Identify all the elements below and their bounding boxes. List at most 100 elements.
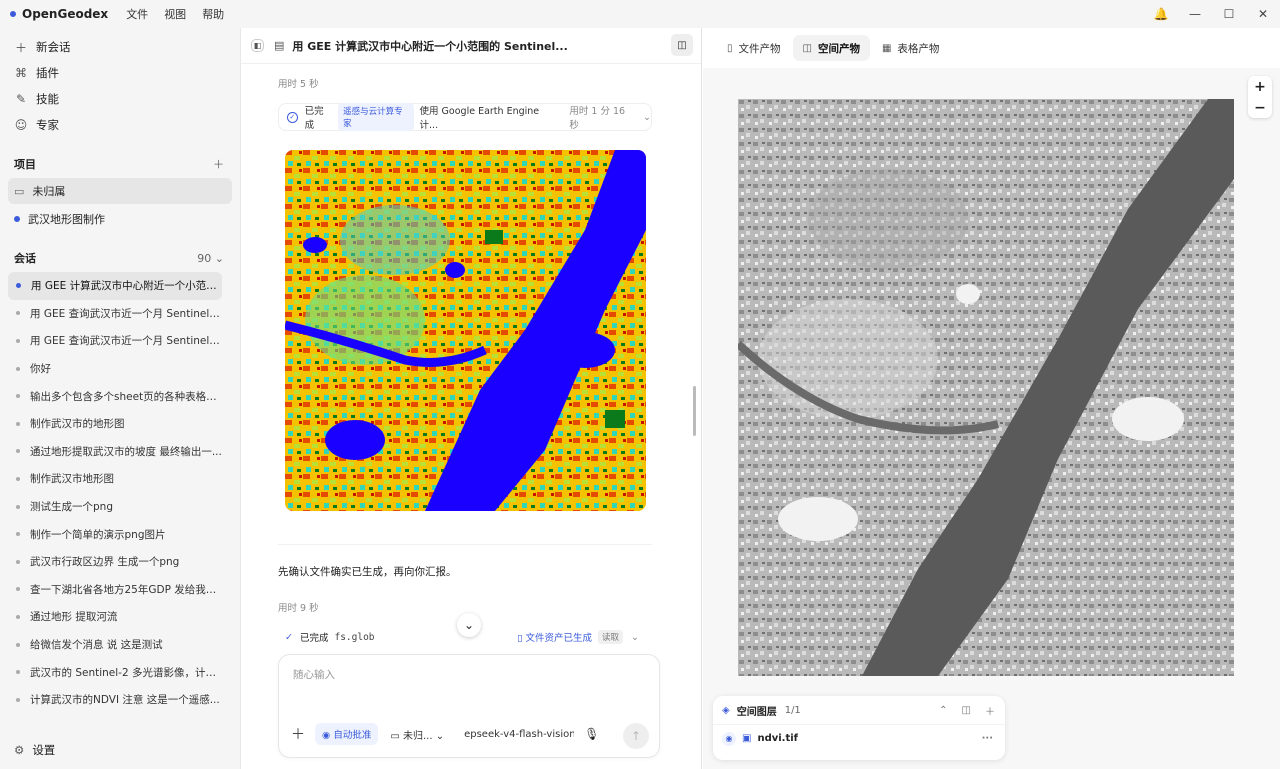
session-dot-icon <box>16 697 20 702</box>
elapsed-time-2: 用时 9 秒 <box>278 603 319 614</box>
session-title: 用 GEE 查询武汉市近一个月 Sentinel-2 ... <box>30 335 222 348</box>
project-item-unassigned[interactable]: ▭ 未归属 <box>8 178 232 204</box>
model-selector[interactable]: epseek-v4-flash-vision-e <box>464 729 574 740</box>
composer: 随心输入 ＋ ◉ 自动批准 ▭ 未归... ⌄ epseek-v4-flash-… <box>278 654 660 758</box>
chevron-down-icon: ⌄ <box>631 631 639 643</box>
session-item[interactable]: 制作武汉市的地形图 <box>8 410 222 438</box>
attach-plus-icon[interactable]: ＋ <box>291 724 305 744</box>
session-title: 用 GEE 查询武汉市近一个月 Sentinel-2 ... <box>30 307 222 320</box>
check-icon: ✓ <box>285 631 293 643</box>
puzzle-icon: ⌘ <box>15 66 27 80</box>
tab-table-artifacts[interactable]: ▦ 表格产物 <box>872 35 949 61</box>
new-session-button[interactable]: ＋新会话 <box>0 34 240 60</box>
session-dot-icon <box>16 283 21 289</box>
scroll-down-button[interactable]: ⌄ <box>457 613 481 637</box>
settings-button[interactable]: ⚙ 设置 <box>0 737 240 763</box>
zoom-out-button[interactable]: − <box>1254 100 1266 116</box>
session-title: 计算武汉市的NDVI 注意 这是一个遥感... <box>30 694 220 707</box>
divider <box>278 544 652 545</box>
table-icon: ▦ <box>881 42 892 54</box>
map-raster[interactable] <box>738 99 1234 676</box>
skills-button[interactable]: ✎ 技能 <box>0 86 240 112</box>
session-title: 用 GEE 计算武汉市中心附近一个小范围... <box>31 280 222 293</box>
toggle-panel-icon[interactable]: ◫ <box>671 34 693 56</box>
session-item[interactable]: 输出多个包含多个sheet页的各种表格文... <box>8 382 222 410</box>
session-item[interactable]: 制作一个简单的演示png图片 <box>8 520 222 548</box>
session-title: 制作武汉市地形图 <box>30 473 114 486</box>
chevron-up-icon[interactable]: ⌃ <box>939 705 947 716</box>
send-button[interactable]: ↑ <box>623 723 649 749</box>
layers-panel: ◈ 空间图层 1/1 ⌃ ◫ ＋ ◉ ▣ ndvi.tif ··· <box>713 696 1005 760</box>
file-asset-link[interactable]: ▯ 文件资产已生成 <box>517 630 592 644</box>
session-dot-icon <box>16 421 20 426</box>
session-item[interactable]: 用 GEE 查询武汉市近一个月 Sentinel-2 ... <box>8 300 222 328</box>
app-logo-icon <box>10 11 16 17</box>
experts-button[interactable]: ☺ 专家 <box>0 112 240 138</box>
session-item[interactable]: 武汉市行政区边界 生成一个png <box>8 548 222 576</box>
folder-icon: ▭ <box>14 184 25 198</box>
close-button[interactable]: ✕ <box>1246 7 1280 21</box>
task-card[interactable]: ✓ 已完成 遥感与云计算专家 使用 Google Earth Engine 计.… <box>278 103 652 131</box>
session-item[interactable]: 测试生成一个png <box>8 493 222 521</box>
session-dot-icon <box>16 587 20 592</box>
session-dot-icon <box>16 504 20 509</box>
session-item[interactable]: 给微信发个消息 说 这是测试 <box>8 631 222 659</box>
session-item[interactable]: 制作武汉市地形图 <box>8 465 222 493</box>
microphone-icon[interactable]: 🎙 <box>584 727 599 741</box>
session-title: 通过地形提取武汉市的坡度 最终输出一... <box>30 445 222 458</box>
plugins-button[interactable]: ⌘ 插件 <box>0 60 240 86</box>
session-item[interactable]: 通过地形提取武汉市的坡度 最终输出一... <box>8 438 222 466</box>
tab-file-artifacts[interactable]: ▯ 文件产物 <box>717 35 791 61</box>
bell-icon[interactable]: 🔔 <box>1144 7 1178 21</box>
project-selector[interactable]: ▭ 未归... ⌄ <box>390 727 444 742</box>
chat-title: 用 GEE 计算武汉市中心附近一个小范围的 Sentinel... <box>292 39 568 53</box>
project-dot-icon <box>14 216 20 222</box>
message-input[interactable]: 随心输入 <box>293 667 335 682</box>
scrollbar[interactable] <box>693 386 696 436</box>
task-time: 用时 1 分 16 秒 <box>569 106 626 131</box>
project-item-wuhan[interactable]: 武汉地形图制作 <box>8 206 232 232</box>
tool-name: fs.glob <box>334 631 375 643</box>
menu-file[interactable]: 文件 <box>126 6 148 22</box>
session-dot-icon <box>16 338 20 343</box>
maximize-button[interactable]: ☐ <box>1212 7 1246 21</box>
session-title: 制作武汉市的地形图 <box>30 418 125 431</box>
assistant-message: 先确认文件确实已生成，再向你汇报。 <box>278 566 457 578</box>
projects-header: 项目＋ <box>14 156 224 172</box>
sessions-count: 90 <box>197 251 212 265</box>
session-dot-icon <box>16 642 20 647</box>
session-item[interactable]: 计算武汉市的NDVI 注意 这是一个遥感... <box>8 686 222 714</box>
add-layer-plus-icon[interactable]: ＋ <box>985 703 995 718</box>
session-title: 给微信发个消息 说 这是测试 <box>30 639 163 652</box>
chevron-down-icon: ⌄ <box>643 111 651 123</box>
session-item[interactable]: 武汉市的 Sentinel-2 多光谱影像，计算 ... <box>8 658 222 686</box>
session-list: 用 GEE 计算武汉市中心附近一个小范围... 用 GEE 查询武汉市近一个月 S… <box>0 272 240 714</box>
session-title: 武汉市行政区边界 生成一个png <box>30 556 180 569</box>
layer-item[interactable]: ◉ ▣ ndvi.tif ··· <box>713 724 1005 752</box>
session-item[interactable]: 用 GEE 计算武汉市中心附近一个小范围... <box>8 272 222 300</box>
tab-spatial-artifacts[interactable]: ◫ 空间产物 <box>792 35 870 61</box>
auto-approve-toggle[interactable]: ◉ 自动批准 <box>315 723 379 745</box>
layers-icon: ◈ <box>722 704 730 716</box>
session-item[interactable]: 用 GEE 查询武汉市近一个月 Sentinel-2 ... <box>8 327 222 355</box>
collapse-sidebar-icon[interactable]: ◧ <box>251 39 264 52</box>
add-project-plus-icon[interactable]: ＋ <box>213 156 224 172</box>
zoom-in-button[interactable]: + <box>1254 79 1266 95</box>
title-bar: OpenGeodex 文件 视图 帮助 🔔 — ☐ ✕ <box>0 0 1280 28</box>
session-title: 查一下湖北省各地方25年GDP 发给我微信 <box>30 583 222 596</box>
session-item[interactable]: 通过地形 提取河流 <box>8 603 222 631</box>
session-item[interactable]: 查一下湖北省各地方25年GDP 发给我微信 <box>8 576 222 604</box>
menu-help[interactable]: 帮助 <box>202 6 224 22</box>
chevron-down-icon: ⌄ <box>214 251 224 265</box>
app-name: OpenGeodex <box>22 7 109 21</box>
sessions-header: 会话 90 ⌄ <box>14 251 224 266</box>
layers-header: ◈ 空间图层 1/1 ⌃ ◫ ＋ <box>722 703 995 718</box>
eye-icon[interactable]: ◉ <box>722 731 736 746</box>
session-dot-icon <box>16 366 20 371</box>
map-icon[interactable]: ◫ <box>962 705 971 716</box>
minimize-button[interactable]: — <box>1178 7 1212 21</box>
menu-view[interactable]: 视图 <box>164 6 186 22</box>
more-icon[interactable]: ··· <box>982 733 993 744</box>
session-item[interactable]: 你好 <box>8 355 222 383</box>
check-circle-icon: ✓ <box>287 111 298 123</box>
